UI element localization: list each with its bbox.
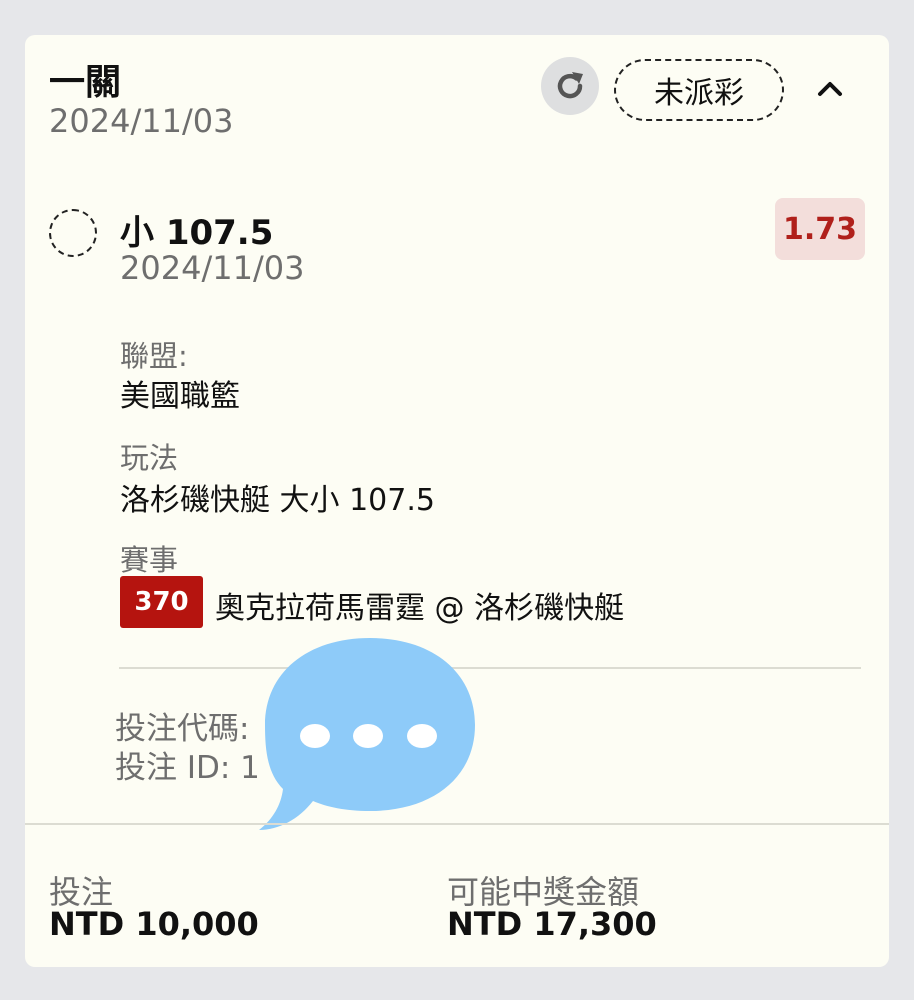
event-value: 奧克拉荷馬雷霆 @ 洛杉磯快艇 (215, 591, 625, 626)
collapse-button[interactable] (815, 73, 845, 103)
chevron-up-icon (818, 82, 842, 96)
payout-value: NTD 17,300 (447, 905, 657, 943)
play-value: 洛杉磯快艇 大小 107.5 (120, 483, 435, 518)
league-label: 聯盟: (120, 339, 188, 373)
refresh-button[interactable] (541, 57, 599, 115)
refresh-icon (557, 72, 583, 99)
play-label: 玩法 (120, 441, 179, 475)
bet-type-title: 一關 (49, 62, 122, 103)
selection-title: 小 107.5 (120, 213, 274, 253)
stake-value: NTD 10,000 (49, 905, 259, 943)
bet-id-label: 投注 ID: 1 (115, 750, 260, 786)
selection-date: 2024/11/03 (120, 249, 305, 287)
bet-date: 2024/11/03 (49, 102, 234, 140)
bet-card: 一關 2024/11/03 未派彩 小 107.5 2024/11/03 1.7… (25, 35, 889, 967)
footer-divider (25, 823, 889, 825)
event-label: 賽事 (120, 543, 179, 577)
odds-badge: 1.73 (775, 198, 865, 260)
league-value: 美國職籃 (120, 379, 240, 414)
status-badge: 未派彩 (614, 59, 784, 121)
selection-radio[interactable] (49, 209, 97, 257)
chat-bubble-icon[interactable] (255, 633, 485, 848)
event-number-badge: 370 (120, 576, 203, 628)
divider (119, 667, 861, 669)
